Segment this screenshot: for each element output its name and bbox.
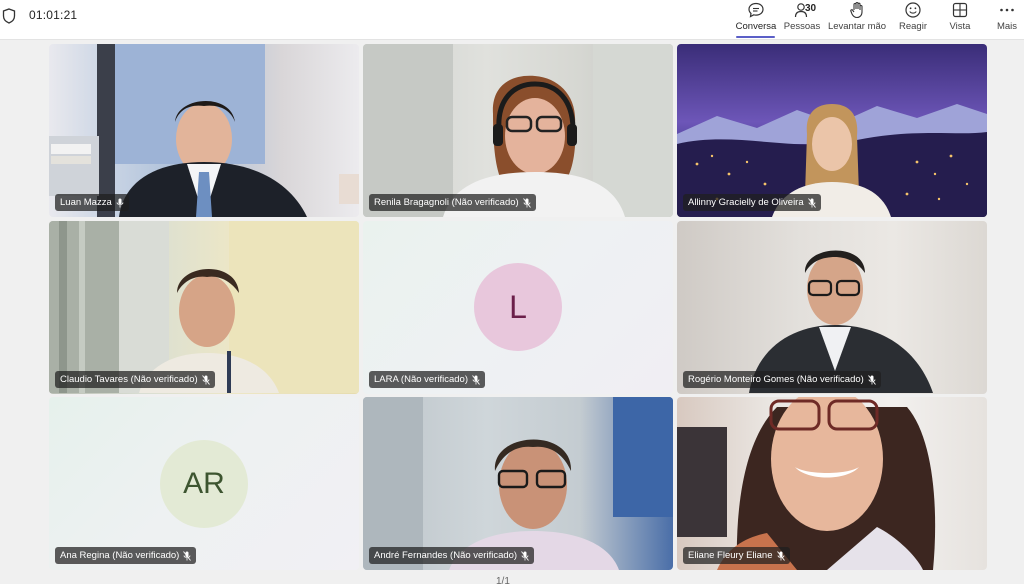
video-tile-claudio-tavares[interactable]: Claudio Tavares (Não verificado) xyxy=(49,221,359,394)
avatar-initials: AR xyxy=(183,467,225,500)
mic-muted-icon xyxy=(807,197,816,208)
mic-muted-icon xyxy=(201,374,210,385)
participant-name-tag: Claudio Tavares (Não verificado) xyxy=(55,371,215,388)
avatar-tile-lara[interactable]: L LARA (Não verificado) xyxy=(363,221,673,394)
shield-icon xyxy=(2,8,16,24)
video-tile-andre-fernandes[interactable]: André Fernandes (Não verificado) xyxy=(363,397,673,570)
microphone-icon xyxy=(116,198,124,207)
mic-muted-icon xyxy=(522,197,531,208)
view-label: Vista xyxy=(949,21,971,32)
smiley-icon xyxy=(905,2,921,18)
chat-button[interactable]: Conversa xyxy=(734,0,778,40)
react-button[interactable]: Reagir xyxy=(897,0,929,40)
participant-video xyxy=(49,221,359,393)
participant-video xyxy=(749,250,933,393)
mic-muted-icon xyxy=(472,374,480,385)
avatar: AR xyxy=(160,440,248,528)
participant-name-tag: LARA (Não verificado) xyxy=(369,371,485,388)
chat-icon xyxy=(748,2,764,18)
avatar-initials: L xyxy=(509,288,527,325)
mic-muted-icon xyxy=(776,550,785,561)
participant-video xyxy=(49,44,359,217)
raise-hand-button[interactable]: Levantar mão xyxy=(827,0,887,40)
mic-muted-icon xyxy=(183,550,192,561)
participant-name: LARA (Não verificado) xyxy=(374,374,468,385)
grid-view-icon xyxy=(952,2,968,18)
participant-name-tag: Renila Bragagnoli (Não verificado) xyxy=(369,194,536,211)
video-tile-renila-bragagnoli[interactable]: Renila Bragagnoli (Não verificado) xyxy=(363,44,673,217)
more-icon xyxy=(1000,8,1014,12)
participant-name: Renila Bragagnoli (Não verificado) xyxy=(374,197,519,208)
more-label: Mais xyxy=(996,21,1018,32)
participant-name-tag: Rogério Monteiro Gomes (Não verificado) xyxy=(683,371,881,388)
participant-count: 30 xyxy=(805,3,817,14)
view-button[interactable]: Vista xyxy=(944,0,976,40)
more-button[interactable]: Mais xyxy=(991,0,1023,40)
avatar-tile-ana-regina[interactable]: AR Ana Regina (Não verificado) xyxy=(49,397,359,570)
participant-name: Claudio Tavares (Não verificado) xyxy=(60,374,198,385)
participant-name: André Fernandes (Não verificado) xyxy=(374,550,518,561)
mic-muted-icon xyxy=(867,374,876,385)
video-tile-rogerio-gomes[interactable]: Rogério Monteiro Gomes (Não verificado) xyxy=(677,221,987,394)
participant-name-tag: Ana Regina (Não verificado) xyxy=(55,547,197,564)
participant-video xyxy=(363,397,673,570)
avatar: L xyxy=(474,263,562,351)
chat-label: Conversa xyxy=(735,21,777,32)
react-label: Reagir xyxy=(899,21,927,32)
participant-name: Allinny Gracielly de Oliveira xyxy=(688,197,804,208)
participant-video xyxy=(677,397,936,570)
people-label: Pessoas xyxy=(783,21,821,32)
meeting-timer: 01:01:21 xyxy=(29,8,78,22)
participant-name: Eliane Fleury Eliane xyxy=(688,550,773,561)
raise-hand-icon xyxy=(850,1,863,19)
raise-hand-label: Levantar mão xyxy=(827,21,887,32)
participant-name-tag: Eliane Fleury Eliane xyxy=(683,547,790,564)
participant-name: Rogério Monteiro Gomes (Não verificado) xyxy=(688,374,864,385)
participant-name-tag: Luan Mazza xyxy=(55,194,129,211)
page-indicator: 1/1 xyxy=(496,576,510,584)
participant-name: Ana Regina (Não verificado) xyxy=(60,550,180,561)
participant-name-tag: Allinny Gracielly de Oliveira xyxy=(683,194,821,211)
participant-video xyxy=(677,104,987,217)
video-tile-allinny-oliveira[interactable]: Allinny Gracielly de Oliveira xyxy=(677,44,987,217)
mic-muted-icon xyxy=(521,550,529,561)
video-tile-luan-mazza[interactable]: Luan Mazza xyxy=(49,44,359,217)
participant-name: Luan Mazza xyxy=(60,197,112,208)
meeting-toolbar: 01:01:21 Conversa Pessoas 30 Levantar mã… xyxy=(0,0,1024,40)
video-tile-eliane-fleury[interactable]: Eliane Fleury Eliane xyxy=(677,397,987,570)
participant-video xyxy=(363,44,673,217)
active-tab-indicator xyxy=(736,36,775,38)
participant-name-tag: André Fernandes (Não verificado) xyxy=(369,547,535,564)
